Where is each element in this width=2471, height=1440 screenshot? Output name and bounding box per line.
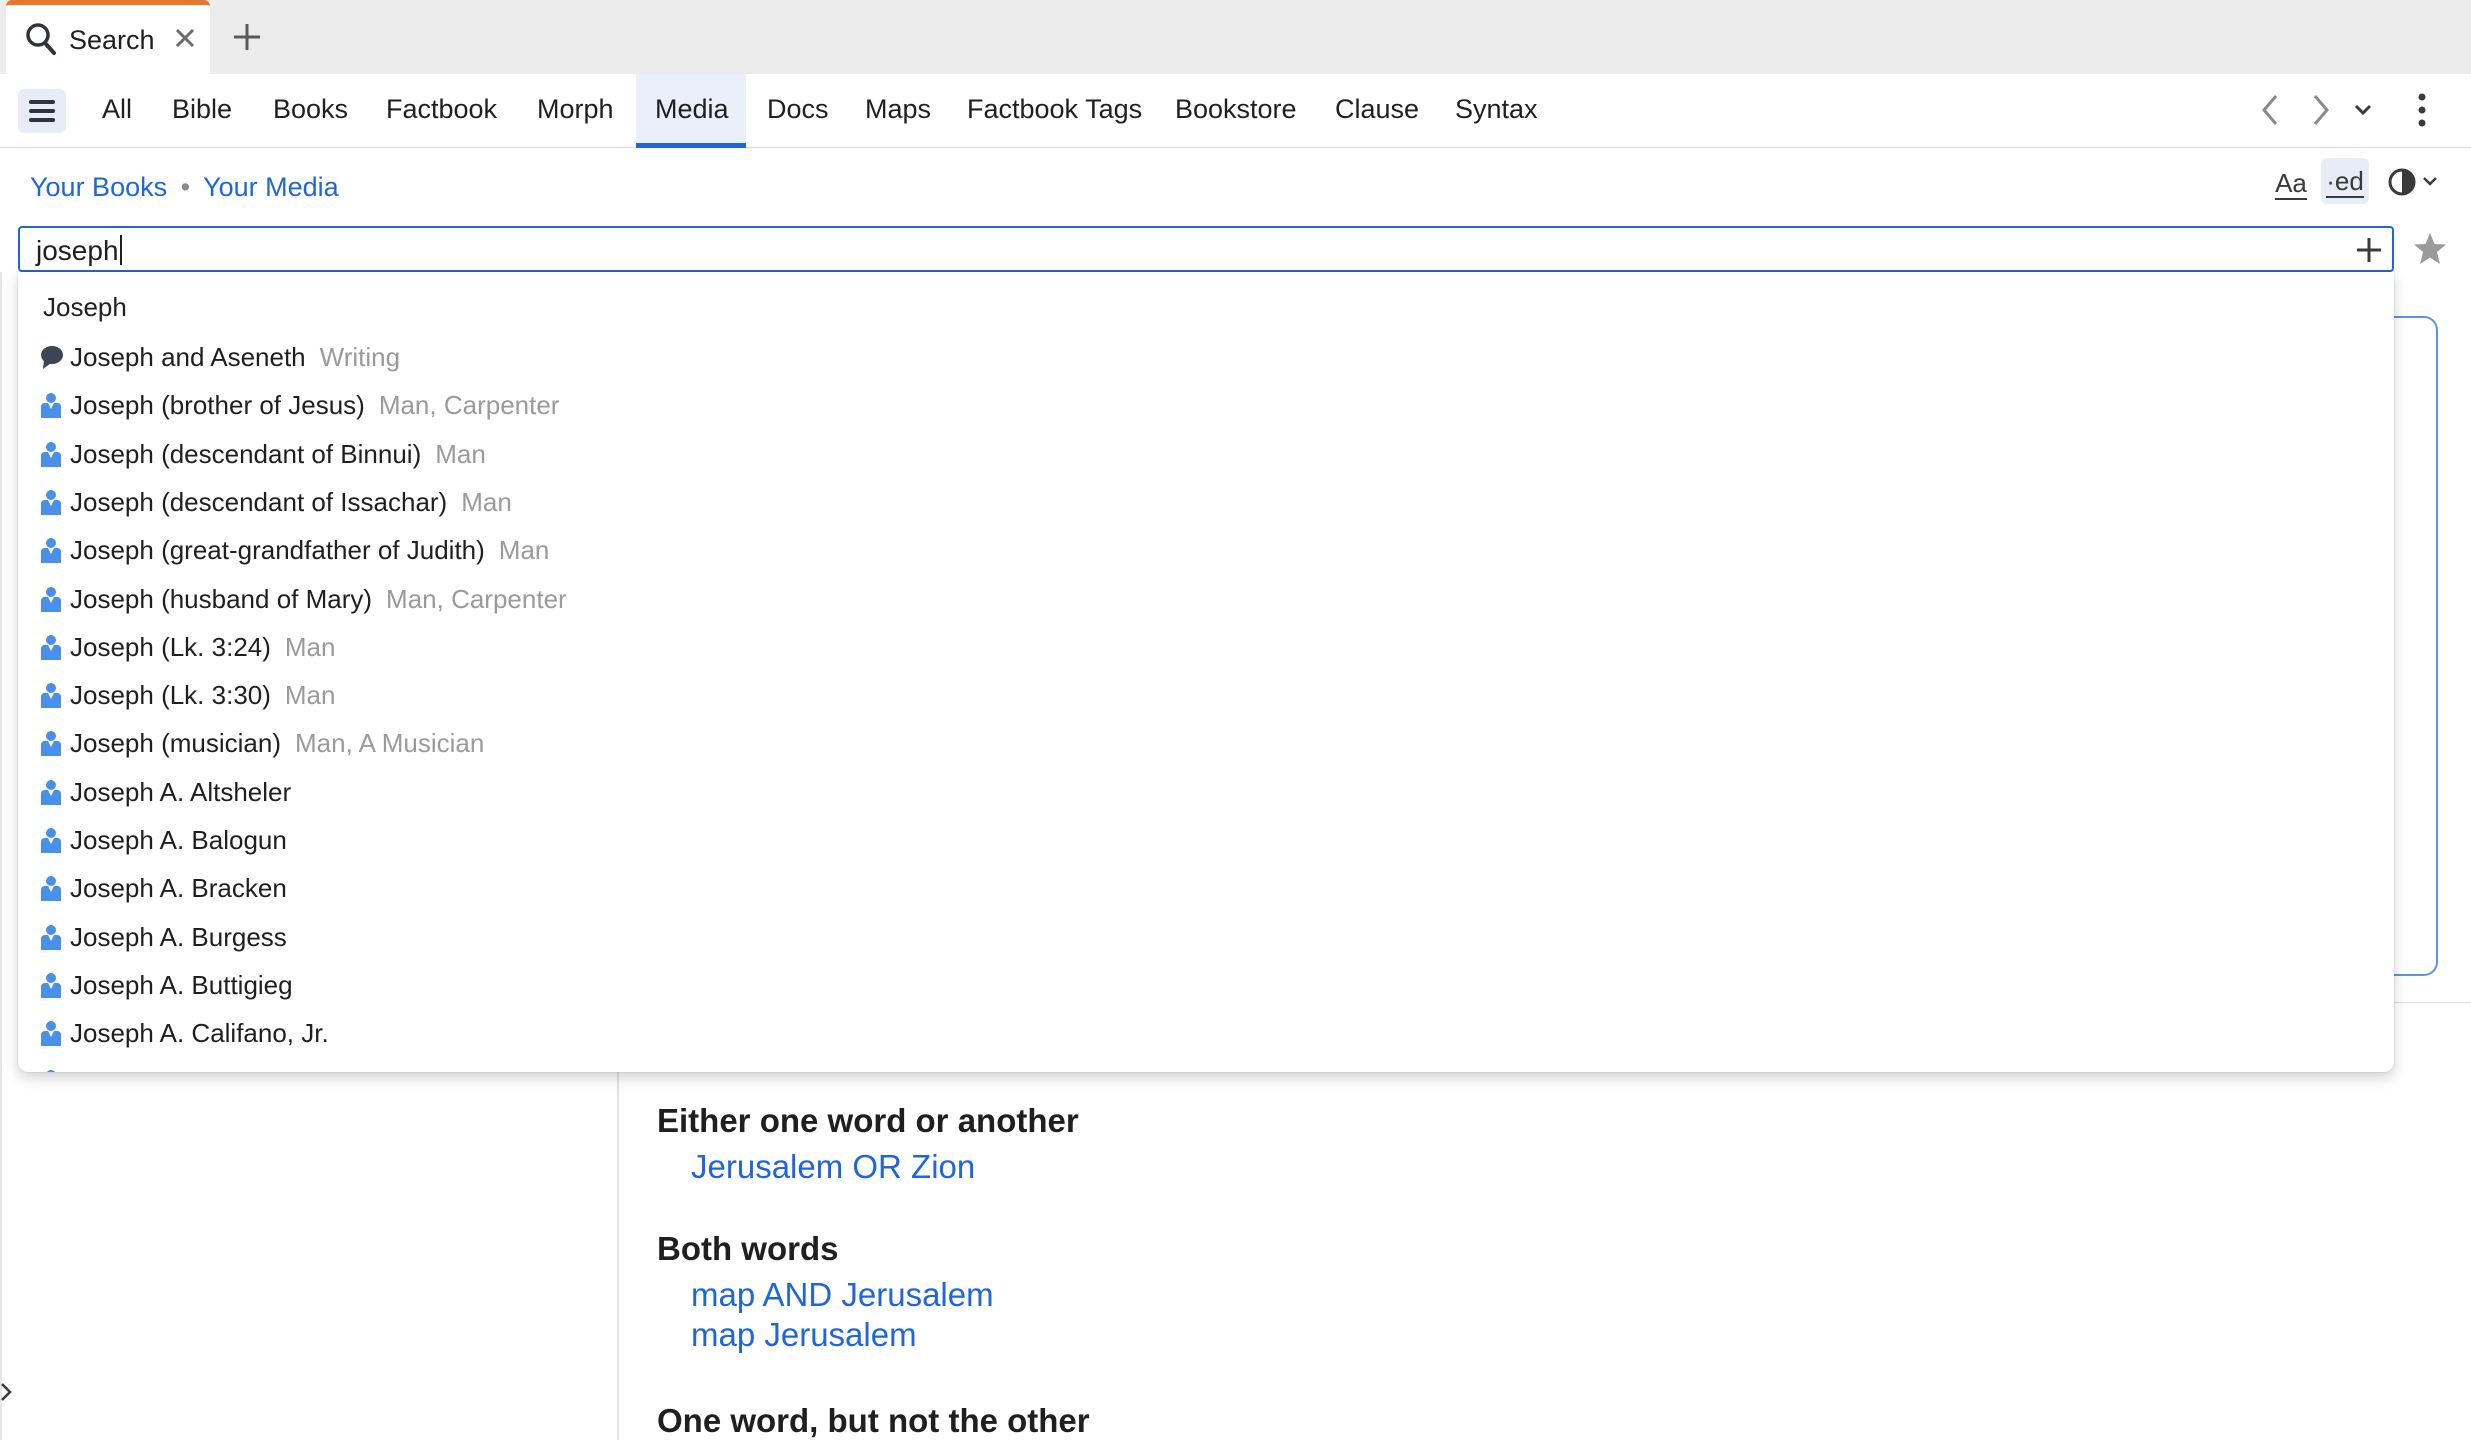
tab-factbook-tags[interactable]: Factbook Tags (967, 94, 1142, 125)
suggestion-name: Joseph A. Callaway (70, 1067, 297, 1073)
suggestion-name: Joseph (descendant of Issachar) Man (70, 486, 512, 517)
tab-bookstore[interactable]: Bookstore (1175, 94, 1297, 125)
person-icon (40, 441, 62, 474)
person-icon (40, 924, 62, 957)
suggestion-type: Man (284, 631, 336, 662)
suggestion-type: Man, A Musician (294, 728, 485, 759)
suggestion-type: Writing (319, 342, 401, 372)
suggestion-type: Man, Carpenter (386, 583, 567, 614)
expand-left-pane-icon[interactable] (0, 1378, 14, 1411)
suggestion-name: Joseph A. Califano, Jr. (70, 1018, 329, 1049)
left-pane-edge (0, 272, 2, 1440)
tab-factbook[interactable]: Factbook (386, 94, 497, 125)
suggestion-type: Man (461, 486, 512, 517)
suggestion-name: Joseph A. Bracken (70, 873, 287, 904)
scope-separator: • (180, 172, 191, 202)
suggestion-name: Joseph (great-grandfather of Judith) Man (70, 535, 550, 566)
example-both-link-2[interactable]: map Jerusalem (691, 1316, 994, 1354)
tab-search[interactable]: Search (6, 0, 210, 74)
scope-your-media-link[interactable]: Your Media (203, 172, 339, 202)
help-heading-both: Both words (657, 1230, 839, 1267)
tab-all[interactable]: All (102, 94, 132, 125)
tab-books[interactable]: Books (273, 94, 348, 125)
suggestion-name: Joseph A. Buttigieg (70, 969, 293, 1000)
person-icon (40, 972, 62, 1005)
search-input-value: joseph (36, 235, 122, 267)
suggestion-type: Man, Carpenter (378, 390, 560, 421)
person-icon (40, 537, 62, 570)
autocomplete-dropdown: Joseph Joseph and Aseneth Writing Joseph (… (18, 272, 2394, 1072)
suggestion-name: Joseph (descendant of Binnui) Man (70, 438, 486, 469)
menu-icon[interactable] (18, 89, 66, 133)
dropdown-header[interactable]: Joseph (43, 292, 127, 323)
search-kind-nav: All Bible Books Factbook Morph Media Doc… (0, 74, 2471, 148)
person-icon (40, 875, 62, 908)
tab-bar: Search (0, 0, 2471, 74)
scope-your-books-link[interactable]: Your Books (30, 172, 167, 202)
person-icon (40, 489, 62, 522)
back-icon[interactable] (2258, 92, 2282, 133)
speech-bubble-icon (40, 344, 64, 377)
history-dropdown-icon[interactable] (2352, 100, 2374, 125)
text-cursor (119, 235, 122, 265)
help-section-not: One word, but not the other (657, 1402, 1090, 1440)
new-tab-icon[interactable] (232, 22, 262, 57)
help-section-both: Both words map AND Jerusalem map Jerusal… (657, 1230, 994, 1354)
help-heading-not: One word, but not the other (657, 1402, 1090, 1439)
tab-label: Search (69, 25, 155, 55)
search-scope: Your Books • Your Media (30, 172, 339, 203)
help-section-either: Either one word or another Jerusalem OR … (657, 1102, 1079, 1186)
tab-media[interactable]: Media (655, 94, 729, 125)
person-icon (40, 634, 62, 667)
suggestion-name: Joseph (brother of Jesus) Man, Carpenter (70, 390, 560, 421)
suggestion-name: Joseph and Aseneth Writing (70, 342, 401, 372)
tab-docs[interactable]: Docs (767, 94, 829, 125)
close-tab-icon[interactable] (174, 27, 196, 54)
favorite-star-icon[interactable] (2412, 232, 2448, 271)
person-icon (40, 392, 62, 425)
person-icon (40, 1069, 62, 1072)
font-options-label: Aa (2275, 168, 2307, 200)
help-heading-either: Either one word or another (657, 1102, 1079, 1139)
person-icon (40, 730, 62, 763)
more-options-icon[interactable] (2415, 90, 2429, 135)
forward-icon[interactable] (2309, 92, 2333, 133)
suggestion-name: Joseph (husband of Mary) Man, Carpenter (70, 583, 567, 614)
add-search-term-icon[interactable] (2356, 237, 2382, 268)
tab-bible[interactable]: Bible (172, 94, 232, 125)
person-icon (40, 586, 62, 619)
suggestion-name: Joseph A. Balogun (70, 825, 287, 855)
suggestion-name: Joseph (Lk. 3:24) Man (70, 631, 336, 662)
tab-syntax[interactable]: Syntax (1455, 94, 1538, 125)
suggestion-name: Joseph A. Burgess (70, 921, 287, 952)
person-icon (40, 682, 62, 715)
tab-morph[interactable]: Morph (537, 94, 614, 125)
visual-filter-icon[interactable] (2384, 162, 2440, 207)
tab-clause[interactable]: Clause (1335, 94, 1419, 125)
suggestion-name: Joseph (musician) Man, A Musician (70, 728, 485, 759)
font-options-button[interactable]: Aa (2270, 162, 2312, 204)
search-input[interactable]: joseph (18, 226, 2394, 272)
ed-toggle-label: ·ed (2326, 166, 2364, 198)
person-icon (40, 827, 62, 860)
search-text: joseph (36, 235, 119, 266)
suggestion-name: Joseph A. Altsheler (70, 776, 292, 807)
ed-toggle-button[interactable]: ·ed (2321, 158, 2369, 204)
person-icon (40, 1020, 62, 1053)
tab-maps[interactable]: Maps (865, 94, 931, 125)
example-either-link[interactable]: Jerusalem OR Zion (691, 1148, 1079, 1186)
search-icon (24, 21, 58, 62)
suggestion-name: Joseph (Lk. 3:30) Man (70, 680, 336, 711)
example-both-link-1[interactable]: map AND Jerusalem (691, 1276, 994, 1314)
suggestion-type: Man (284, 680, 336, 711)
suggestion-type: Man (435, 438, 486, 469)
suggestion-type: Man (498, 535, 550, 566)
person-icon (40, 779, 62, 812)
